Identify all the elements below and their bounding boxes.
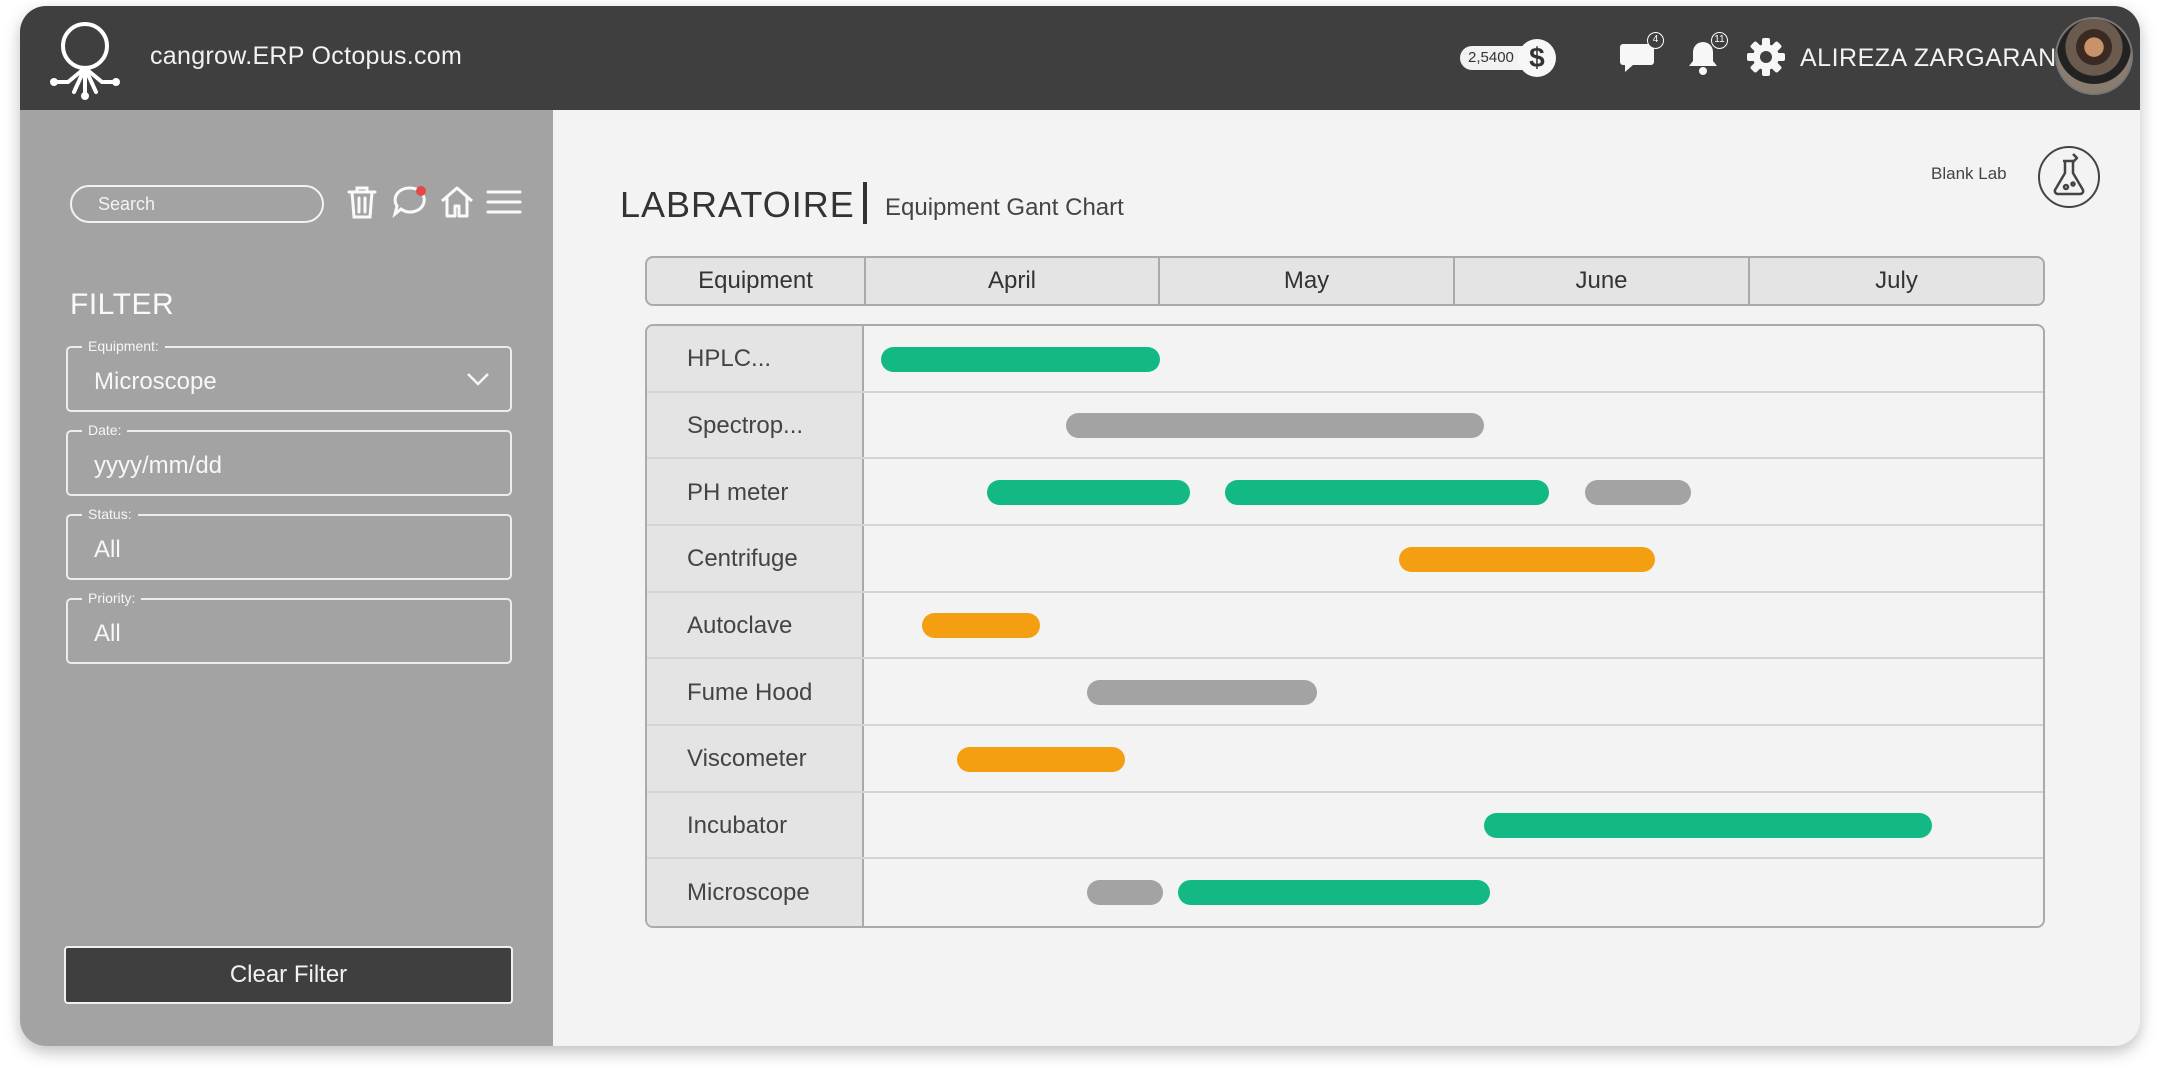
page-subtitle: Equipment Gant Chart: [885, 194, 1124, 221]
priority-select[interactable]: Priority: All: [66, 590, 512, 664]
messages-button[interactable]: 4: [1618, 32, 1664, 78]
month-header-april: April: [864, 258, 1158, 304]
gantt-row-label: Centrifuge: [687, 545, 798, 573]
app-window: cangrow.ERP Octopus.com 2,5400 $ 4 11 AL…: [20, 6, 2140, 1046]
site-title: cangrow.ERP Octopus.com: [150, 42, 463, 70]
gantt-row: Centrifuge: [647, 526, 2043, 593]
clear-filter-button[interactable]: Clear Filter: [64, 946, 513, 1004]
gantt-row-label: Spectrop...: [687, 411, 804, 439]
balance-amount: 2,5400: [1460, 46, 1524, 70]
field-label: Date:: [82, 422, 128, 438]
lab-selector-button[interactable]: [2038, 146, 2100, 208]
username[interactable]: ALIREZA ZARGARANI: [1800, 44, 2064, 73]
search-input[interactable]: [70, 185, 324, 223]
gantt-row-label: Microscope: [687, 878, 810, 906]
octopus-logo-icon[interactable]: [40, 16, 130, 106]
gantt-bar-gray[interactable]: [1086, 880, 1164, 906]
month-header-may: May: [1158, 258, 1453, 304]
gantt-row: Fume Hood: [647, 659, 2043, 726]
gantt-row: HPLC...: [647, 326, 2043, 393]
gantt-row-label: Fume Hood: [687, 678, 813, 706]
notifications-badge: 11: [1711, 32, 1728, 49]
gantt-body: HPLC... Spectrop... PH meter Centrifuge Auto…: [645, 324, 2045, 928]
equipment-select[interactable]: Equipment: Microscope: [66, 338, 512, 412]
gantt-row: Spectrop...: [647, 393, 2043, 460]
gantt-bar-green[interactable]: [880, 346, 1161, 372]
trash-icon[interactable]: [342, 182, 382, 222]
title-separator: [863, 182, 867, 224]
gantt-row-label: Autoclave: [687, 611, 793, 639]
main-content: LABRATOIRE Equipment Gant Chart Blank La…: [553, 110, 2140, 1046]
gantt-row: Microscope: [647, 859, 2043, 926]
gantt-bar-green[interactable]: [986, 480, 1190, 506]
gantt-bar-orange[interactable]: [921, 613, 1040, 639]
page-title: LABRATOIRE: [620, 184, 855, 225]
field-value: All: [94, 536, 121, 563]
month-header-july: July: [1748, 258, 2043, 304]
gantt-bar-gray[interactable]: [1584, 480, 1691, 506]
notifications-button[interactable]: 11: [1682, 32, 1728, 78]
field-label: Equipment:: [82, 338, 165, 354]
gantt-bar-green[interactable]: [1225, 480, 1550, 506]
gantt-row: Autoclave: [647, 593, 2043, 660]
top-bar: cangrow.ERP Octopus.com 2,5400 $ 4 11 AL…: [20, 6, 2140, 110]
gantt-bar-green[interactable]: [1178, 880, 1491, 906]
gear-icon[interactable]: [1745, 36, 1787, 78]
filter-title: FILTER: [70, 288, 175, 321]
gantt-row-label: HPLC...: [687, 345, 772, 373]
gantt-bar-orange[interactable]: [1399, 546, 1656, 572]
gantt-bar-gray[interactable]: [1066, 413, 1485, 439]
field-value: All: [94, 620, 121, 647]
flask-icon: [2053, 153, 2085, 196]
gantt-bar-orange[interactable]: [957, 746, 1126, 772]
status-select[interactable]: Status: All: [66, 506, 512, 580]
gantt-bar-green[interactable]: [1484, 813, 1933, 839]
lab-label: Blank Lab: [1931, 164, 2007, 183]
avatar[interactable]: [2055, 17, 2133, 95]
field-value: yyyy/mm/dd: [94, 452, 223, 479]
gantt-row-label: Viscometer: [687, 745, 807, 773]
gantt-header: Equipment April May June July: [645, 256, 2045, 306]
gantt-row: Viscometer: [647, 726, 2043, 793]
comment-icon[interactable]: [390, 182, 430, 222]
wallet-balance[interactable]: 2,5400 $: [1460, 39, 1556, 77]
equipment-column-header: Equipment: [698, 267, 813, 294]
month-header-june: June: [1453, 258, 1748, 304]
home-icon[interactable]: [437, 182, 477, 222]
field-label: Status:: [82, 506, 138, 522]
gantt-row-label: PH meter: [687, 478, 789, 506]
dollar-icon: $: [1517, 39, 1556, 77]
hamburger-menu-icon[interactable]: [484, 182, 524, 222]
date-field[interactable]: Date: yyyy/mm/dd: [66, 422, 512, 496]
gantt-row: PH meter: [647, 459, 2043, 526]
messages-badge: 4: [1647, 32, 1664, 49]
gantt-row: Incubator: [647, 793, 2043, 860]
filter-sidebar: FILTER Equipment: Microscope Date: yyyy/…: [20, 110, 553, 1046]
field-value: Microscope: [94, 368, 217, 395]
chevron-down-icon: [467, 373, 489, 386]
gantt-row-label: Incubator: [687, 811, 788, 839]
gantt-bar-gray[interactable]: [1086, 680, 1317, 706]
field-label: Priority:: [82, 590, 142, 606]
